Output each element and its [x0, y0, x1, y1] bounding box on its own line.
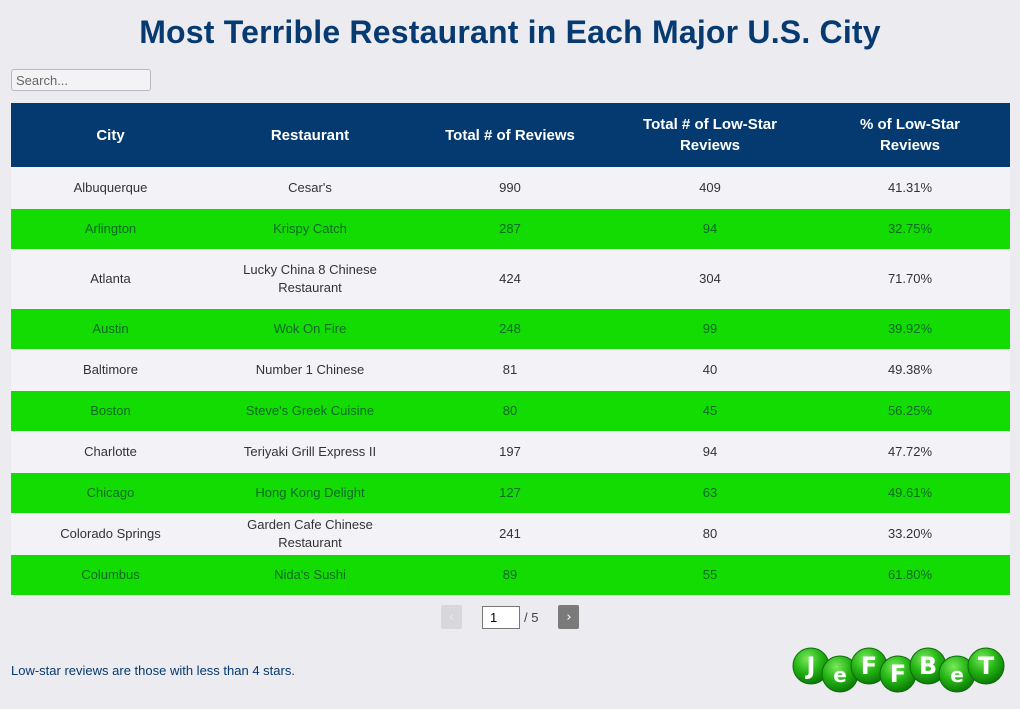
- table-row: Columbus Nida's Sushi 89 55 61.80%: [11, 555, 1010, 595]
- restaurants-table: City Restaurant Total # of Reviews Total…: [11, 103, 1010, 595]
- cell-total-reviews: 424: [499, 271, 521, 286]
- cell-restaurant: Krispy Catch: [273, 221, 347, 236]
- cell-city: Baltimore: [83, 362, 138, 377]
- cell-total-reviews: 127: [499, 485, 521, 500]
- next-page-button[interactable]: ›: [558, 605, 580, 629]
- prev-page-button[interactable]: ‹: [441, 605, 462, 629]
- cell-low-star-percent: 33.20%: [887, 526, 933, 541]
- cell-total-reviews: 990: [499, 180, 521, 195]
- table-row: Charlotte Teriyaki Grill Express II 197 94 4…: [11, 431, 1010, 473]
- logo-letter: J: [805, 652, 816, 680]
- cell-low-star-reviews: 304: [699, 271, 721, 286]
- column-header-restaurant[interactable]: Restaurant: [210, 103, 410, 167]
- cell-restaurant: Hong Kong Delight: [255, 485, 365, 500]
- cell-restaurant: Wok On Fire: [273, 321, 347, 336]
- cell-restaurant: Garden Cafe Chinese Restaurant: [247, 517, 373, 550]
- cell-low-star-reviews: 40: [702, 362, 718, 377]
- cell-restaurant: Nida's Sushi: [274, 567, 346, 582]
- cell-total-reviews: 81: [502, 362, 518, 377]
- cell-total-reviews: 197: [499, 444, 521, 459]
- page-number-input[interactable]: [482, 605, 520, 629]
- column-header-low-star-percent[interactable]: % of Low-Star Reviews: [810, 103, 1010, 167]
- cell-city: Charlotte: [84, 444, 137, 459]
- cell-total-reviews: 248: [499, 321, 521, 336]
- cell-city: Atlanta: [90, 271, 131, 286]
- table-row: Arlington Krispy Catch 287 94 32.75%: [11, 209, 1010, 249]
- cell-low-star-reviews: 63: [702, 485, 718, 500]
- cell-city: Albuquerque: [73, 180, 148, 195]
- cell-restaurant: Number 1 Chinese: [255, 362, 365, 377]
- cell-low-star-percent: 39.92%: [887, 321, 933, 336]
- cell-city: Arlington: [84, 221, 137, 236]
- search-input[interactable]: [11, 69, 151, 91]
- cell-low-star-reviews: 45: [702, 403, 718, 418]
- page-title: Most Terrible Restaurant in Each Major U…: [139, 14, 881, 50]
- table-row: Colorado Springs Garden Cafe Chinese Rest…: [11, 513, 1010, 555]
- logo-letter: T: [978, 652, 995, 680]
- cell-restaurant: Teriyaki Grill Express II: [243, 444, 377, 459]
- cell-low-star-percent: 56.25%: [887, 403, 933, 418]
- table-row: Albuquerque Cesar's 990 409 41.31%: [11, 167, 1010, 209]
- cell-low-star-reviews: 55: [702, 567, 718, 582]
- cell-low-star-reviews: 80: [702, 526, 718, 541]
- cell-low-star-percent: 47.72%: [887, 444, 933, 459]
- logo-letter: F: [890, 660, 906, 688]
- cell-total-reviews: 89: [502, 567, 518, 582]
- cell-total-reviews: 287: [499, 221, 521, 236]
- table-header-row: City Restaurant Total # of Reviews Total…: [11, 103, 1010, 167]
- jeffbet-logo: JeFFBeT: [792, 647, 1005, 693]
- cell-city: Austin: [92, 321, 129, 336]
- pagination: ‹ / 5 ›: [441, 605, 580, 629]
- table-row: Austin Wok On Fire 248 99 39.92%: [11, 309, 1010, 349]
- cell-city: Colorado Springs: [60, 526, 161, 541]
- cell-low-star-percent: 61.80%: [887, 567, 933, 582]
- column-header-city[interactable]: City: [11, 103, 210, 167]
- cell-low-star-percent: 49.38%: [887, 362, 933, 377]
- column-header-low-star-reviews[interactable]: Total # of Low-Star Reviews: [610, 103, 810, 167]
- table-row: Boston Steve's Greek Cuisine 80 45 56.25%: [11, 391, 1010, 431]
- cell-restaurant: Lucky China 8 Chinese Restaurant: [243, 262, 377, 295]
- cell-low-star-percent: 71.70%: [887, 271, 933, 286]
- cell-low-star-percent: 41.31%: [887, 180, 933, 195]
- cell-restaurant: Steve's Greek Cuisine: [245, 403, 375, 418]
- table-row: Atlanta Lucky China 8 Chinese Restaurant 4…: [11, 249, 1010, 309]
- cell-low-star-reviews: 94: [702, 221, 718, 236]
- cell-city: Columbus: [81, 567, 140, 582]
- table-row: Chicago Hong Kong Delight 127 63 49.61%: [11, 473, 1010, 513]
- page-total-label: / 5: [524, 609, 539, 625]
- cell-low-star-reviews: 99: [702, 321, 718, 336]
- cell-low-star-percent: 49.61%: [887, 485, 933, 500]
- cell-city: Boston: [90, 403, 131, 418]
- column-header-total-reviews[interactable]: Total # of Reviews: [410, 103, 610, 167]
- logo-letter: e: [950, 663, 964, 687]
- cell-restaurant: Cesar's: [288, 180, 332, 195]
- logo-letter-ball: T: [967, 647, 1005, 685]
- logo-letter: F: [861, 652, 877, 680]
- cell-low-star-reviews: 409: [699, 180, 721, 195]
- logo-letter: e: [833, 663, 847, 687]
- cell-total-reviews: 80: [502, 403, 518, 418]
- footnote: Low-star reviews are those with less tha…: [11, 663, 295, 678]
- cell-total-reviews: 241: [499, 526, 521, 541]
- cell-low-star-percent: 32.75%: [887, 221, 933, 236]
- cell-city: Chicago: [86, 485, 135, 500]
- logo-letter: B: [919, 652, 937, 680]
- cell-low-star-reviews: 94: [702, 444, 718, 459]
- table-row: Baltimore Number 1 Chinese 81 40 49.38%: [11, 349, 1010, 391]
